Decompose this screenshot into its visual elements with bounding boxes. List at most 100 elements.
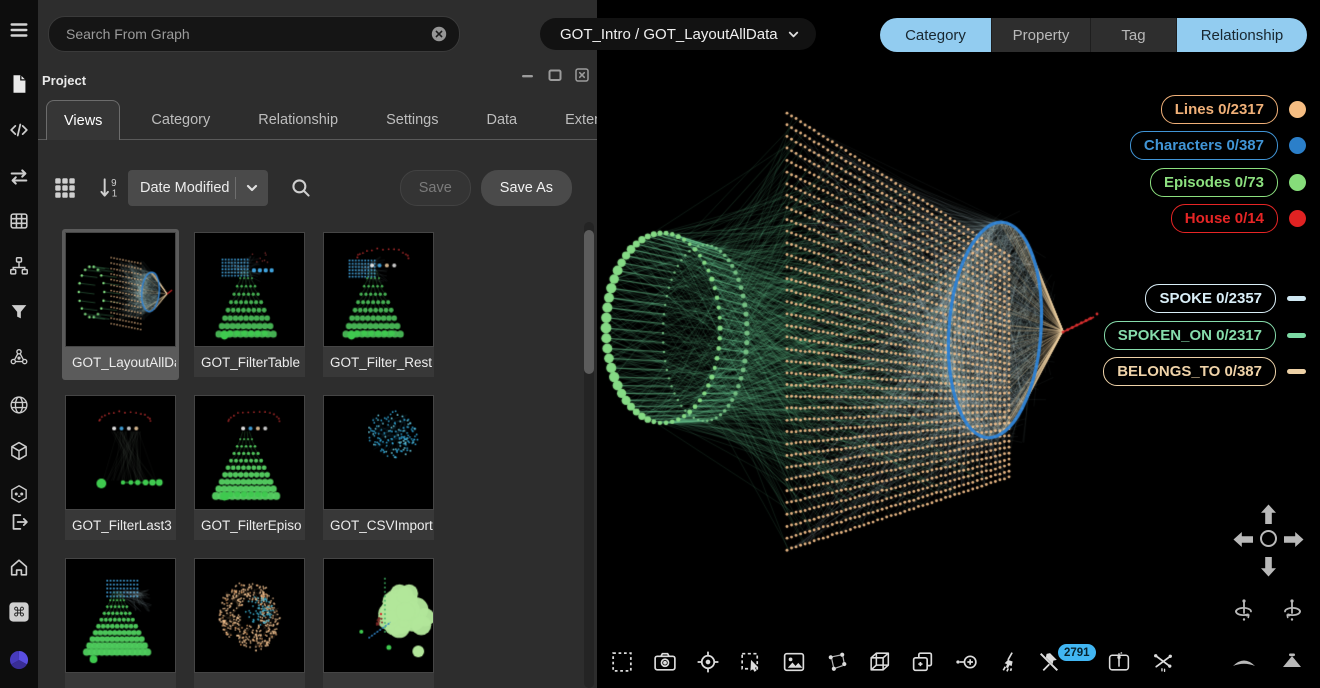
tab-relationship[interactable]: Relationship [241,100,355,139]
category-color-swatch[interactable] [1289,101,1306,118]
rotate-right-icon[interactable] [1279,597,1305,623]
add-frame-icon[interactable] [910,648,936,676]
search-views-icon[interactable] [288,175,314,201]
sitemap-icon[interactable] [8,255,30,277]
breadcrumb[interactable]: GOT_Intro / GOT_LayoutAllData [540,18,816,50]
category-color-swatch[interactable] [1289,210,1306,227]
lasso-select-icon[interactable] [738,648,764,676]
menu-icon[interactable] [8,19,30,41]
legend-relationship-row: SPOKE 0/2357 [1145,284,1306,313]
pan-center-icon[interactable] [1260,530,1277,547]
relationship-color-swatch[interactable] [1287,369,1306,374]
view-label: GOT_Filter_Rest [323,347,434,377]
legend-category-row: Lines 0/2317 [1161,95,1306,124]
screenshot-icon[interactable] [652,648,678,676]
scrollbar-thumb[interactable] [584,230,594,374]
hill-up-icon[interactable] [1279,648,1305,676]
network-icon[interactable] [8,346,30,368]
tab-settings[interactable]: Settings [369,100,455,139]
project-panel: Project ViewsCategoryRelationshipSetting… [38,0,597,688]
svg-text:1: 1 [112,189,117,200]
tab-views[interactable]: Views [46,100,120,140]
hill-down-icon[interactable] [1231,648,1257,676]
center-view-icon[interactable] [695,648,721,676]
add-node-icon[interactable] [953,648,979,676]
category-pill-house[interactable]: House 0/14 [1171,204,1278,233]
view-tile[interactable] [191,555,308,688]
category-pill-characters[interactable]: Characters 0/387 [1130,131,1278,160]
pan-up-icon[interactable] [1260,504,1277,525]
cube-icon[interactable] [8,440,30,462]
file-icon[interactable] [8,73,30,95]
code-icon[interactable] [8,119,30,141]
graph-search-box[interactable] [48,16,460,52]
image-export-icon[interactable] [781,648,807,676]
panel-scrollbar[interactable] [584,222,594,688]
view-label: GOT_LayoutAllData [65,347,176,377]
grid-view-icon[interactable] [52,175,78,201]
category-pill-lines[interactable]: Lines 0/2317 [1161,95,1278,124]
globe-icon[interactable] [8,394,30,416]
swap-icon[interactable] [8,166,30,188]
relationship-color-swatch[interactable] [1287,333,1306,338]
pan-left-icon[interactable] [1233,531,1254,548]
view-tile-got_filter_rest[interactable]: GOT_Filter_Rest [320,229,437,380]
clean-graph-icon[interactable] [996,648,1022,676]
logo-icon[interactable] [8,649,30,671]
sort-descending-icon[interactable]: 9 1 [96,175,122,201]
maximize-icon[interactable] [547,67,563,83]
legend-category-row: Episodes 0/73 [1150,168,1306,197]
view-tile-got_filtertable[interactable]: GOT_FilterTable [191,229,308,380]
unlink-icon[interactable] [1150,648,1176,676]
view-label [194,673,305,688]
category-pill-episodes[interactable]: Episodes 0/73 [1150,168,1278,197]
relationship-color-swatch[interactable] [1287,296,1306,301]
mode-tab-tag[interactable]: Tag [1090,18,1176,52]
graph-nodes-icon[interactable] [824,648,850,676]
mode-tab-property[interactable]: Property [991,18,1090,52]
search-input[interactable] [49,26,431,42]
legend-relationship-row: SPOKEN_ON 0/2317 [1104,321,1306,350]
home-icon[interactable] [8,556,30,578]
minimize-icon[interactable] [520,67,536,83]
view-tile-got_filterepiso[interactable]: GOT_FilterEpiso [191,392,308,543]
sort-by-dropdown[interactable]: Date Modified [128,170,268,206]
view-tile-got_layoutalldata[interactable]: GOT_LayoutAllData [62,229,179,380]
save-button[interactable]: Save [400,170,471,206]
pan-right-icon[interactable] [1283,531,1304,548]
view-thumbnail [194,232,305,347]
view-tile-got_csvimport[interactable]: GOT_CSVImport [320,392,437,543]
cube-3d-icon[interactable] [867,648,893,676]
logout-icon[interactable] [8,511,30,533]
clear-search-icon[interactable] [431,26,447,42]
relationship-pill-spoke[interactable]: SPOKE 0/2357 [1145,284,1276,313]
legend-mode-tabs: CategoryPropertyTagRelationship [880,18,1307,52]
relationship-pill-spoken_on[interactable]: SPOKEN_ON 0/2317 [1104,321,1276,350]
chevron-down-icon [236,181,268,195]
mode-tab-category[interactable]: Category [880,18,991,52]
filter-icon[interactable] [8,301,30,323]
save-as-button[interactable]: Save As [481,170,572,206]
table-icon[interactable] [8,210,30,232]
command-icon[interactable]: ⌘ [8,601,30,623]
view-tile-got_filterlast3[interactable]: GOT_FilterLast3 [62,392,179,543]
relationship-pill-belongs_to[interactable]: BELONGS_TO 0/387 [1103,357,1276,386]
left-icon-rail: ⌘ [0,0,38,688]
legend-relationship-row: BELONGS_TO 0/387 [1103,357,1306,386]
marquee-select-icon[interactable] [609,648,635,676]
pan-down-icon[interactable] [1260,556,1277,577]
tab-category[interactable]: Category [134,100,227,139]
category-color-swatch[interactable] [1289,137,1306,154]
tab-data[interactable]: Data [469,100,534,139]
pin-board-icon[interactable] [1106,648,1132,676]
view-label: GOT_FilterTable [194,347,305,377]
mode-tab-relationship[interactable]: Relationship [1176,18,1307,52]
close-icon[interactable] [574,67,590,83]
view-tile[interactable] [62,555,179,688]
view-tile[interactable] [320,555,437,688]
view-thumbnail [194,395,305,510]
views-grid: GOT_LayoutAllData GOT_FilterTable GOT_Filt… [62,229,582,688]
category-color-swatch[interactable] [1289,174,1306,191]
module-icon[interactable] [8,483,30,505]
rotate-left-icon[interactable] [1231,597,1257,623]
